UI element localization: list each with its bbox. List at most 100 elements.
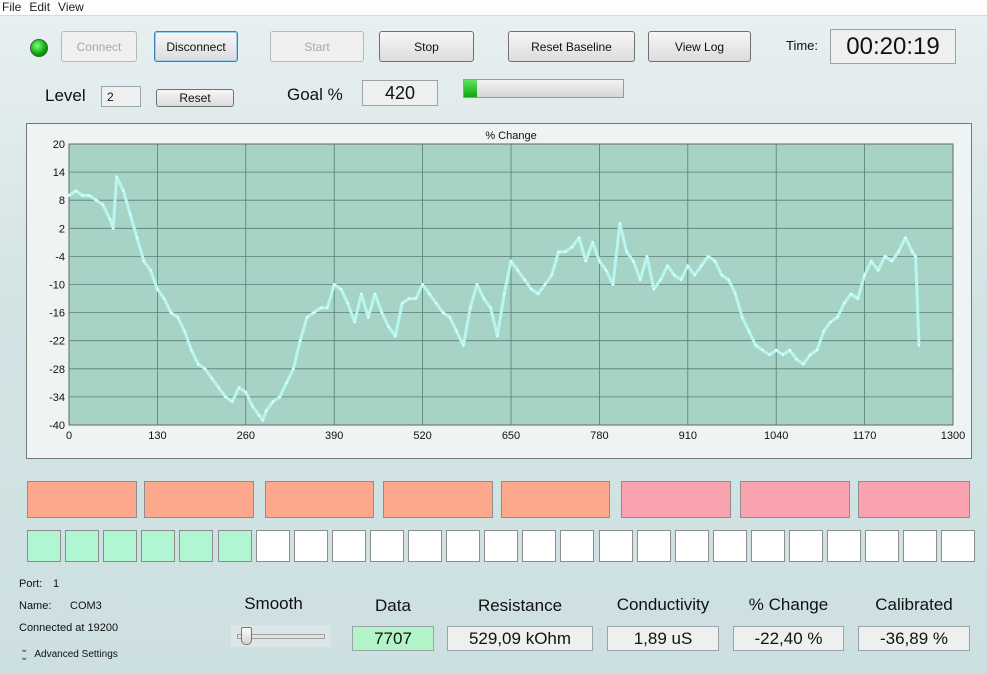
data-point	[822, 330, 825, 333]
data-point	[754, 344, 757, 347]
smooth-slider-thumb[interactable]	[240, 627, 252, 645]
data-point	[557, 250, 560, 253]
port-value: 1	[53, 578, 60, 590]
y-tick-label: 2	[59, 223, 65, 235]
data-point	[741, 316, 744, 319]
indicator-block	[858, 481, 970, 518]
connect-button[interactable]: Connect	[61, 31, 137, 62]
menu-file[interactable]: File	[0, 0, 27, 15]
advanced-settings-toggle[interactable]: ⌄ ⌄ Advanced Settings	[20, 645, 118, 663]
data-point	[815, 348, 819, 352]
data-point	[836, 316, 839, 319]
y-tick-label: -10	[49, 280, 65, 292]
data-point	[775, 348, 778, 352]
x-tick-label: 1040	[764, 430, 788, 442]
data-point	[156, 287, 159, 291]
data-point	[625, 250, 628, 253]
data-point	[645, 255, 649, 258]
data-point	[679, 278, 683, 282]
percent-change-chart: 0 130 260 390 520 650 780 910 1040 1170 1300 20 14 8 2…	[49, 130, 965, 442]
data-point	[462, 344, 465, 347]
data-point	[713, 259, 717, 263]
reset-baseline-button[interactable]: Reset Baseline	[508, 31, 635, 62]
resistance-value: 529,09 kOhm	[447, 626, 593, 651]
data-point	[74, 189, 77, 193]
level-cell	[217, 530, 252, 562]
conductivity-label: Conductivity	[616, 595, 710, 614]
data-point	[686, 264, 689, 267]
y-tick-label: 14	[53, 167, 65, 179]
data-point	[428, 292, 431, 296]
data-point	[108, 217, 112, 221]
data-point	[435, 302, 438, 305]
y-tick-label: -28	[49, 364, 65, 376]
data-point	[496, 334, 499, 338]
disconnect-button[interactable]: Disconnect	[154, 31, 238, 62]
data-point	[367, 316, 370, 319]
level-cell	[941, 530, 976, 562]
data-point	[877, 269, 880, 272]
goal-progress-fill	[464, 80, 477, 97]
data-point	[441, 311, 445, 314]
data-point	[203, 367, 207, 370]
data-point	[911, 250, 914, 253]
menu-view[interactable]: View	[56, 0, 90, 15]
level-cell	[865, 530, 900, 562]
data-point	[333, 283, 336, 286]
data-point	[394, 334, 397, 338]
data-point	[455, 330, 458, 333]
level-cell	[598, 530, 633, 562]
start-button[interactable]: Start	[270, 31, 364, 62]
goal-value-field[interactable]: 420	[362, 80, 438, 106]
data-point	[693, 273, 696, 277]
stop-button[interactable]: Stop	[379, 31, 474, 62]
data-point	[700, 264, 703, 267]
data-point	[373, 292, 377, 296]
calibrated-value: -36,89 %	[858, 626, 970, 651]
data-point	[312, 311, 315, 314]
goal-progress-bar	[463, 79, 624, 98]
data-point	[169, 311, 173, 314]
level-cell	[369, 530, 404, 562]
data-point	[135, 236, 139, 239]
data-point	[305, 316, 309, 319]
chart-panel: 0 130 260 390 520 650 780 910 1040 1170 1300 20 14 8 2…	[26, 123, 972, 459]
data-point	[537, 292, 540, 296]
data-point	[543, 283, 547, 286]
data-point	[360, 292, 363, 296]
data-point	[129, 213, 132, 216]
data-point	[591, 241, 594, 244]
data-point	[387, 325, 390, 328]
y-tick-label: 8	[59, 195, 65, 207]
data-point	[414, 297, 417, 300]
data-point	[802, 362, 805, 366]
menu-edit[interactable]: Edit	[27, 0, 56, 15]
data-point	[401, 302, 404, 305]
data-point	[659, 278, 662, 282]
level-field[interactable]: 2	[101, 86, 141, 107]
y-tick-label: -22	[49, 336, 65, 348]
percent-change-label: % Change	[748, 595, 829, 614]
data-point	[292, 367, 295, 370]
data-point	[720, 273, 723, 277]
data-point	[326, 306, 329, 310]
data-point	[503, 292, 506, 296]
level-cell	[827, 530, 862, 562]
name-label: Name:	[19, 600, 52, 612]
data-point	[897, 250, 900, 253]
indicator-block	[621, 481, 731, 518]
resistance-label: Resistance	[477, 596, 563, 615]
data-point	[149, 269, 152, 272]
data-point	[299, 339, 302, 342]
y-tick-label: 20	[53, 139, 65, 151]
indicator-block	[265, 481, 374, 518]
level-reset-button[interactable]: Reset	[156, 89, 234, 107]
data-point	[489, 306, 492, 310]
x-tick-label: 0	[66, 430, 72, 442]
data-point	[870, 259, 873, 263]
indicator-block	[144, 481, 254, 518]
level-cell	[522, 530, 557, 562]
smooth-slider[interactable]	[231, 625, 331, 647]
data-point	[632, 259, 635, 263]
view-log-button[interactable]: View Log	[648, 31, 751, 62]
